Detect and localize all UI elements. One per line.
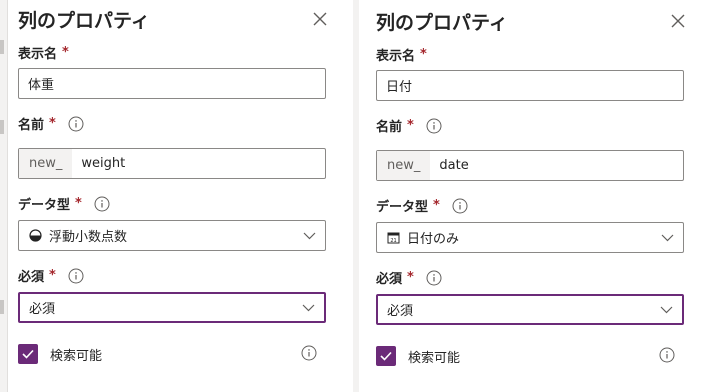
required-asterisk: * xyxy=(407,270,414,285)
required-asterisk: * xyxy=(49,268,56,283)
searchable-label: 検索可能 xyxy=(408,351,461,366)
info-icon[interactable] xyxy=(68,116,84,132)
chevron-down-icon xyxy=(303,232,316,240)
chevron-down-icon xyxy=(661,234,674,242)
requirement-dropdown[interactable]: 必須 xyxy=(376,294,684,325)
requirement-dropdown[interactable]: 必須 xyxy=(18,292,326,323)
requirement-label: 必須 * xyxy=(376,268,442,287)
name-input[interactable]: new_ date xyxy=(376,150,684,181)
display-name-input[interactable]: 日付 xyxy=(376,70,684,101)
name-input[interactable]: new_ weight xyxy=(18,148,326,179)
display-name-input[interactable]: 体重 xyxy=(18,68,326,99)
requirement-label: 必須 * xyxy=(18,266,84,285)
checkmark-icon xyxy=(380,351,392,361)
info-icon[interactable] xyxy=(94,196,110,212)
edge-mark xyxy=(0,300,4,314)
calendar-icon: 21 xyxy=(387,231,400,244)
float-number-icon xyxy=(29,229,42,242)
display-name-label: 表示名 * xyxy=(376,47,427,64)
searchable-label: 検索可能 xyxy=(50,349,103,364)
info-icon[interactable] xyxy=(426,270,442,286)
info-icon[interactable] xyxy=(426,118,442,134)
info-icon[interactable] xyxy=(452,198,468,214)
searchable-checkbox[interactable] xyxy=(376,346,396,366)
required-asterisk: * xyxy=(75,196,82,211)
close-button[interactable] xyxy=(310,9,330,29)
data-type-label: データ型 * xyxy=(18,194,110,213)
data-type-dropdown[interactable]: 21 日付のみ xyxy=(376,222,684,253)
info-icon[interactable] xyxy=(68,268,84,284)
required-asterisk: * xyxy=(433,198,440,213)
edge-mark xyxy=(0,120,4,134)
name-value: weight xyxy=(81,156,126,171)
panel-title: 列のプロパティ xyxy=(18,10,150,32)
close-button[interactable] xyxy=(668,11,688,31)
required-asterisk: * xyxy=(49,116,56,131)
name-prefix: new_ xyxy=(377,151,431,180)
requirement-value: 必須 xyxy=(387,304,414,319)
chevron-down-icon xyxy=(660,306,673,314)
required-asterisk: * xyxy=(420,47,427,62)
chevron-down-icon xyxy=(302,304,315,312)
data-type-dropdown[interactable]: 浮動小数点数 xyxy=(18,220,326,251)
close-icon xyxy=(671,14,685,28)
svg-text:21: 21 xyxy=(390,238,396,244)
column-properties-panel-1: 列のプロパティ 表示名 * 体重 名前 * new_ weight データ型 * 浮動… xyxy=(18,0,328,392)
column-properties-panel-2: 列のプロパティ 表示名 * 日付 名前 * new_ date データ型 * 21 日… xyxy=(376,0,686,392)
required-asterisk: * xyxy=(62,45,69,60)
data-type-label: データ型 * xyxy=(376,196,468,215)
name-value: date xyxy=(439,158,469,173)
searchable-checkbox[interactable] xyxy=(18,344,38,364)
panel-divider xyxy=(353,0,359,392)
left-edge-strip xyxy=(0,0,8,392)
edge-mark xyxy=(0,40,4,54)
data-type-value: 浮動小数点数 xyxy=(49,230,128,245)
display-name-label: 表示名 * xyxy=(18,45,69,62)
checkmark-icon xyxy=(22,349,34,359)
required-asterisk: * xyxy=(407,118,414,133)
info-icon[interactable] xyxy=(659,347,675,363)
info-icon[interactable] xyxy=(301,345,317,361)
data-type-value: 日付のみ xyxy=(407,232,460,247)
name-label: 名前 * xyxy=(18,114,84,133)
requirement-value: 必須 xyxy=(29,302,56,317)
name-prefix: new_ xyxy=(19,149,73,178)
close-icon xyxy=(313,12,327,26)
panel-title: 列のプロパティ xyxy=(376,12,508,34)
name-label: 名前 * xyxy=(376,116,442,135)
